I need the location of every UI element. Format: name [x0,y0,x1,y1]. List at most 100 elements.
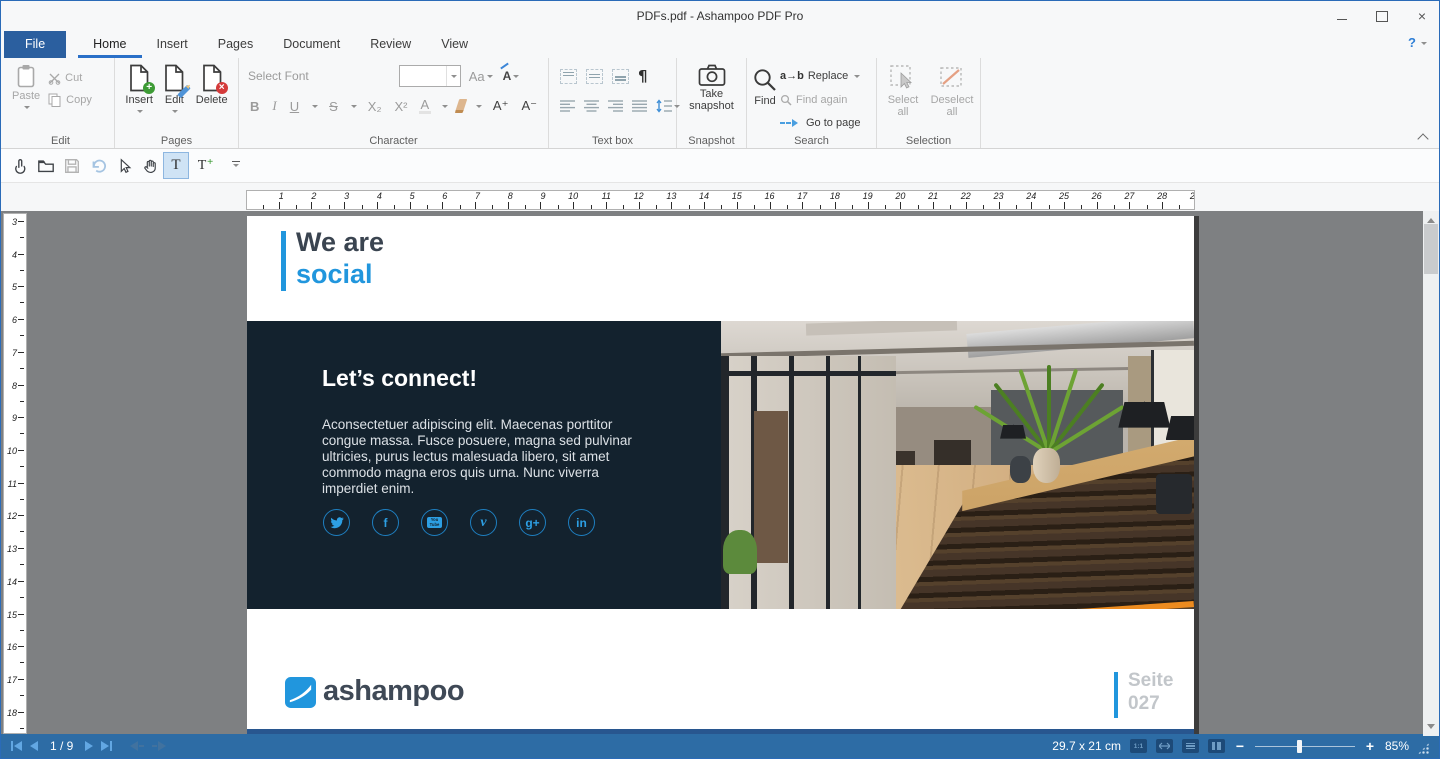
first-page-button[interactable] [11,741,22,751]
next-page-button[interactable] [85,741,93,751]
add-text-icon[interactable]: T+ [189,152,215,179]
chevron-down-icon[interactable] [446,66,460,86]
vertical-scrollbar[interactable] [1423,211,1439,736]
rotate-text-button[interactable]: A [501,69,522,83]
copy-button[interactable]: Copy [48,89,92,111]
justify-icon[interactable] [632,100,647,112]
office-photo [721,321,1194,609]
cursor-arrow-icon[interactable] [111,152,137,179]
undo-icon[interactable] [85,152,111,179]
close-button[interactable]: × [1415,9,1429,23]
minimize-button[interactable] [1335,9,1349,23]
ruler-unit: 17 [4,672,26,705]
change-case-button[interactable]: Aa [467,69,495,84]
zoom-level: 85% [1385,739,1409,753]
take-snapshot-button[interactable]: Take snapshot [681,61,743,134]
replace-button[interactable]: a→b Replace [780,65,860,87]
shrink-font-button[interactable]: A⁻ [519,98,539,114]
menu-tab[interactable]: Home [78,31,141,58]
ruler-unit: 18 [803,191,836,209]
actual-size-button[interactable]: 1:1 [1130,739,1147,753]
select-all-button[interactable]: Select all [880,61,926,134]
ruler-unit: 14 [672,191,705,209]
plant [1019,358,1079,453]
accent-bar [1114,672,1118,718]
font-size-input[interactable] [400,67,446,85]
scrollbar-thumb[interactable] [1424,224,1438,274]
align-left-icon[interactable] [560,100,575,112]
connect-title: Let’s connect! [322,365,477,392]
menu-tab[interactable]: Document [268,31,355,58]
page-indicator: 1 / 9 [50,739,73,753]
align-text-middle-icon[interactable] [586,69,603,84]
tap-hand-icon[interactable] [7,152,33,179]
pdf-page[interactable]: We are social Let’s connect! Aconsectetu… [247,216,1194,736]
ruler-unit: 10 [4,443,26,476]
underline-button[interactable]: U [288,99,301,114]
delete-page-icon: × [200,64,224,92]
ruler-unit: 19 [836,191,869,209]
rotate-text-icon: A [503,69,512,83]
fit-page-button[interactable] [1182,739,1199,753]
fit-width-button[interactable] [1156,739,1173,753]
pan-hand-icon[interactable] [137,152,163,179]
menu-tab[interactable]: Pages [203,31,268,58]
resize-grip-icon[interactable] [1418,743,1429,754]
delete-page-button[interactable]: × Delete [194,61,230,134]
font-size-combo[interactable] [399,65,461,87]
find-again-button[interactable]: Find again [780,89,860,111]
menu-tab[interactable]: View [426,31,483,58]
edit-page-button[interactable]: Edit [160,61,188,134]
paste-button[interactable]: Paste [10,61,42,134]
twitter-icon [323,509,350,536]
zoom-slider-handle[interactable] [1297,740,1302,753]
toolbar-options-icon[interactable] [223,152,249,179]
ruler-unit: 23 [967,191,1000,209]
two-page-view-button[interactable] [1208,739,1225,753]
maximize-button[interactable] [1375,9,1389,23]
highlighter-icon[interactable] [455,99,467,113]
save-icon[interactable] [59,152,85,179]
next-view-button[interactable] [152,741,166,751]
zoom-slider[interactable] [1255,740,1355,753]
ruler-unit: 13 [4,541,26,574]
subscript-button[interactable]: X₂ [366,99,384,114]
italic-button[interactable]: I [270,98,278,114]
ruler-unit: 7 [443,191,476,209]
paragraph-marks-button[interactable]: ¶ [638,67,648,85]
deselect-all-button[interactable]: Deselect all [926,61,978,134]
zoom-out-button[interactable]: − [1234,738,1246,754]
font-color-button[interactable]: A [419,98,432,114]
insert-page-button[interactable]: + Insert [123,61,155,134]
ruler-unit: 8 [4,378,26,411]
strikethrough-button[interactable]: S [327,99,340,114]
open-folder-icon[interactable] [33,152,59,179]
align-text-bottom-icon[interactable] [612,69,629,84]
align-text-top-icon[interactable] [560,69,577,84]
previous-page-button[interactable] [30,741,38,751]
go-to-page-button[interactable]: Go to page [780,112,860,134]
text-select-icon[interactable]: T [163,152,189,179]
superscript-button[interactable]: X² [393,99,410,114]
menu-tab[interactable]: Review [355,31,426,58]
ruler-unit: 10 [541,191,574,209]
scroll-down-button[interactable] [1423,721,1439,736]
bold-button[interactable]: B [248,99,261,114]
help-menu[interactable]: ? [1408,35,1427,50]
ruler-unit: 8 [476,191,509,209]
ruler-unit: 4 [4,247,26,280]
menu-tab[interactable]: File [4,31,66,58]
menu-tab[interactable]: Insert [142,31,203,58]
find-button[interactable]: Find [750,61,780,134]
page-edge-shadow [1194,216,1199,736]
zoom-in-button[interactable]: + [1364,738,1376,754]
ruler-unit: 11 [4,476,26,509]
window-controls: × [1335,1,1429,31]
align-center-icon[interactable] [584,100,599,112]
replace-icon: a→b [780,70,804,82]
last-page-button[interactable] [101,741,112,751]
previous-view-button[interactable] [130,741,144,751]
align-right-icon[interactable] [608,100,623,112]
grow-font-button[interactable]: A⁺ [491,98,511,114]
cut-button[interactable]: Cut [48,67,92,89]
